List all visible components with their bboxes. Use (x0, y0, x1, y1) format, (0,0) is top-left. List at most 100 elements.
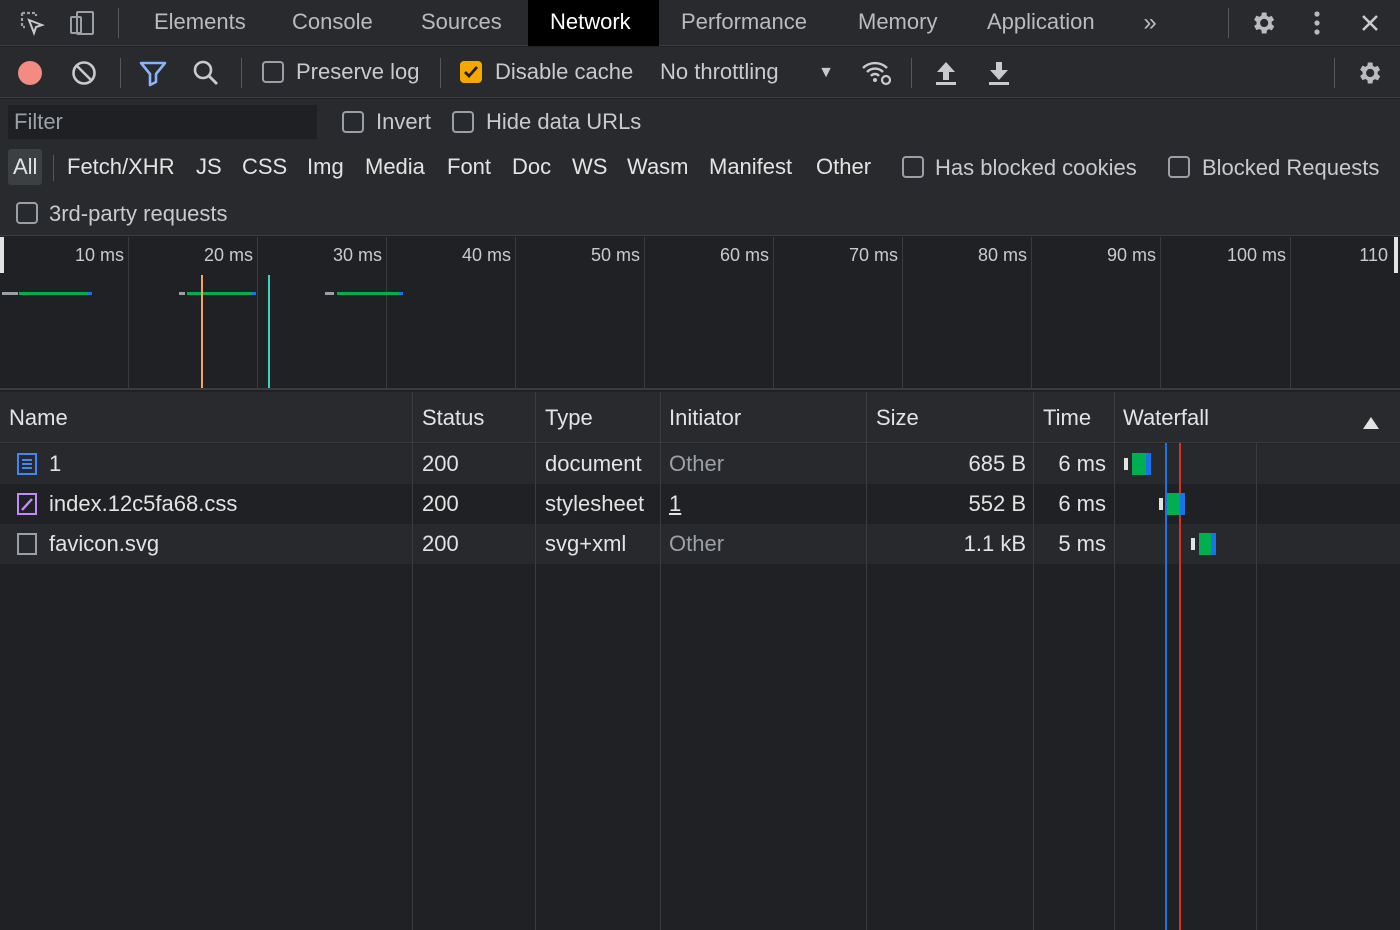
type-filter-img[interactable]: Img (302, 149, 349, 185)
hide-data-urls-label[interactable]: Hide data URLs (486, 109, 641, 135)
filter-input[interactable] (8, 105, 317, 139)
type-filter-js[interactable]: JS (191, 149, 227, 185)
request-name[interactable]: favicon.svg (49, 524, 409, 564)
waterfall-waiting-bar[interactable] (1167, 493, 1180, 515)
sort-ascending-icon[interactable] (1362, 410, 1380, 436)
tab-sources[interactable]: Sources (399, 0, 524, 46)
clear-icon[interactable] (68, 57, 100, 89)
download-icon[interactable] (983, 57, 1015, 89)
overview-request-bar (19, 292, 88, 295)
column-header-type[interactable]: Type (536, 392, 593, 443)
network-conditions-icon[interactable] (861, 57, 893, 89)
has-blocked-cookies-checkbox[interactable] (902, 156, 924, 178)
network-settings-gear-icon[interactable] (1353, 57, 1385, 89)
tab-elements[interactable]: Elements (132, 0, 268, 46)
type-filter-doc[interactable]: Doc (507, 149, 556, 185)
waterfall-waiting-bar[interactable] (1132, 453, 1146, 475)
column-divider[interactable] (866, 392, 867, 930)
chevron-down-icon[interactable]: ▼ (810, 57, 842, 89)
tab-application[interactable]: Application (965, 0, 1117, 46)
tab-console[interactable]: Console (270, 0, 395, 46)
type-filter-wasm[interactable]: Wasm (622, 149, 694, 185)
request-status: 200 (422, 451, 459, 476)
divider (118, 8, 119, 38)
overview-tick-label: 40 ms (461, 245, 511, 265)
kebab-menu-icon[interactable] (1302, 8, 1332, 38)
type-filter-all[interactable]: All (8, 149, 43, 185)
column-header-size[interactable]: Size (867, 392, 919, 443)
column-divider[interactable] (412, 392, 413, 930)
column-divider[interactable] (1114, 392, 1115, 930)
overview-gridline (902, 237, 903, 388)
request-type: svg+xml (545, 531, 627, 556)
third-party-label[interactable]: 3rd-party requests (49, 201, 228, 227)
filter-bar: Invert Hide data URLs All Fetch/XHR JS C… (0, 99, 1400, 236)
throttling-select[interactable]: No throttling (660, 59, 779, 85)
type-filter-other[interactable]: Other (811, 149, 876, 185)
record-icon[interactable] (14, 57, 46, 89)
invert-checkbox[interactable] (342, 111, 364, 133)
request-name[interactable]: 1 (49, 444, 409, 484)
blocked-requests-label[interactable]: Blocked Requests (1202, 155, 1379, 181)
divider (440, 58, 441, 88)
hide-data-urls-checkbox[interactable] (452, 111, 474, 133)
tab-performance[interactable]: Performance (659, 0, 829, 46)
type-filter-ws[interactable]: WS (567, 149, 612, 185)
preserve-log-checkbox[interactable] (262, 61, 284, 83)
type-filter-manifest[interactable]: Manifest (704, 149, 797, 185)
overview-request-bar (187, 292, 252, 295)
more-tabs-icon[interactable]: » (1135, 8, 1165, 38)
overview-marker-line (268, 275, 270, 388)
disable-cache-label[interactable]: Disable cache (495, 59, 633, 85)
device-toolbar-icon[interactable] (67, 8, 97, 38)
network-overview[interactable]: 10 ms 20 ms 30 ms 40 ms 50 ms 60 ms 70 m… (0, 237, 1400, 390)
upload-icon[interactable] (930, 57, 962, 89)
column-header-initiator[interactable]: Initiator (660, 392, 741, 443)
preserve-log-label[interactable]: Preserve log (296, 59, 420, 85)
filter-icon[interactable] (137, 57, 169, 89)
gear-icon[interactable] (1248, 8, 1278, 38)
load-event-line (1179, 443, 1181, 930)
overview-tick-label: 110 (1359, 245, 1388, 265)
blocked-requests-checkbox[interactable] (1168, 156, 1190, 178)
overview-request-bar (2, 292, 18, 295)
request-time: 6 ms (1058, 451, 1106, 476)
column-divider[interactable] (535, 392, 536, 930)
search-icon[interactable] (190, 57, 222, 89)
type-filter-media[interactable]: Media (360, 149, 430, 185)
column-header-time[interactable]: Time (1034, 392, 1091, 443)
request-initiator: Other (669, 451, 725, 476)
request-initiator-link[interactable]: 1 (669, 484, 689, 524)
type-filter-font[interactable]: Font (442, 149, 496, 185)
invert-label[interactable]: Invert (376, 109, 431, 135)
close-icon[interactable] (1355, 8, 1385, 38)
waterfall-queue-bar (1124, 458, 1128, 470)
request-size: 552 B (968, 491, 1027, 516)
table-row[interactable]: favicon.svg 200 svg+xml Other 1.1 kB 5 m… (0, 524, 1400, 564)
overview-window-handle-right[interactable] (1394, 237, 1398, 273)
table-row[interactable]: index.12c5fa68.css 200 stylesheet 1 552 … (0, 484, 1400, 524)
disable-cache-checkbox[interactable] (460, 61, 482, 83)
divider (120, 58, 121, 88)
column-divider[interactable] (660, 392, 661, 930)
waterfall-waiting-bar[interactable] (1199, 533, 1211, 555)
column-header-status[interactable]: Status (413, 392, 484, 443)
has-blocked-cookies-label[interactable]: Has blocked cookies (935, 155, 1137, 181)
tab-network[interactable]: Network (528, 0, 659, 46)
tab-memory[interactable]: Memory (836, 0, 959, 46)
third-party-checkbox[interactable] (16, 202, 38, 224)
type-filter-css[interactable]: CSS (237, 149, 292, 185)
overview-request-bar (179, 292, 185, 295)
request-type: document (545, 451, 642, 476)
overview-window-handle-left[interactable] (0, 237, 4, 273)
request-time: 5 ms (1058, 531, 1106, 556)
inspect-element-icon[interactable] (17, 8, 47, 38)
column-header-name[interactable]: Name (0, 392, 68, 443)
column-header-waterfall[interactable]: Waterfall (1114, 392, 1209, 443)
column-divider[interactable] (1033, 392, 1034, 930)
table-row[interactable]: 1 200 document Other 685 B 6 ms (0, 444, 1400, 484)
overview-tick-label: 100 ms (1226, 245, 1286, 265)
request-name[interactable]: index.12c5fa68.css (49, 484, 409, 524)
type-filter-fetch-xhr[interactable]: Fetch/XHR (62, 149, 180, 185)
waterfall-download-bar (1180, 493, 1185, 515)
